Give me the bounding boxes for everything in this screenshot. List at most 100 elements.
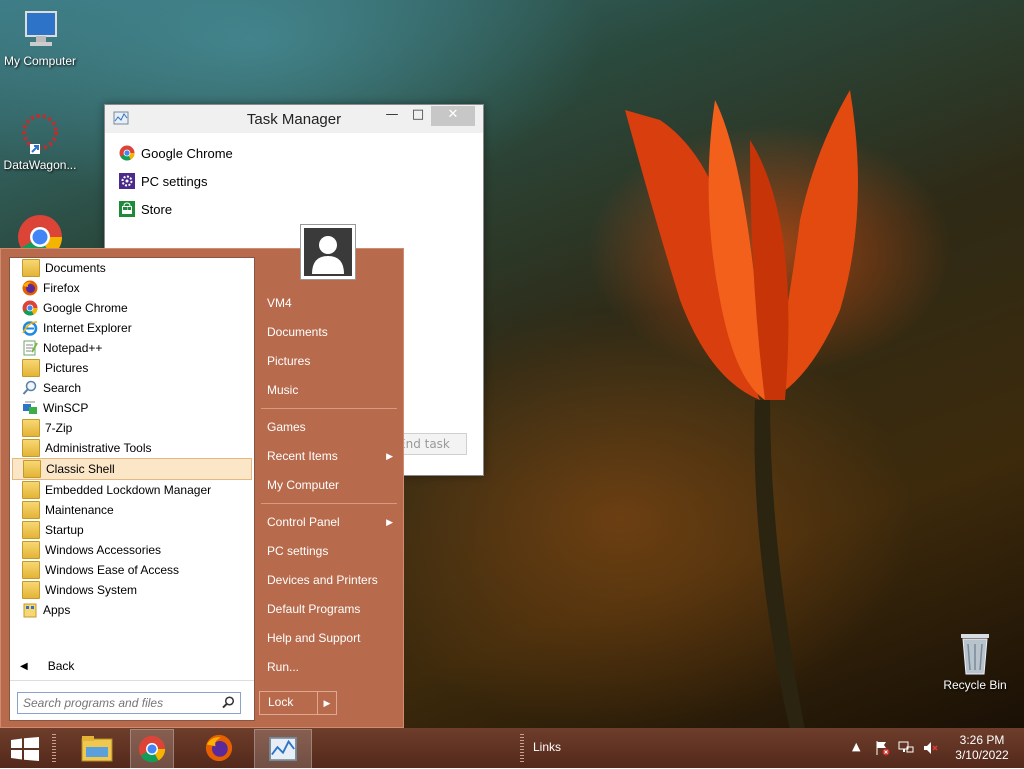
- lock-options-arrow-icon[interactable]: ▶: [317, 692, 336, 714]
- folder-icon: [22, 521, 40, 539]
- lock-button[interactable]: Lock ▶: [259, 691, 337, 715]
- program-label: Apps: [43, 603, 71, 617]
- menu-item-default-programs[interactable]: Default Programs: [259, 595, 399, 624]
- apps-icon: [23, 603, 37, 618]
- program-embedded-lockdown-manager[interactable]: Embedded Lockdown Manager: [12, 480, 252, 500]
- menu-item-my-computer[interactable]: My Computer: [259, 471, 399, 500]
- datawagon-desktop-icon[interactable]: DataWagon...: [0, 112, 80, 172]
- submenu-arrow-icon: ▶: [386, 451, 393, 461]
- program-windows-accessories[interactable]: Windows Accessories: [12, 540, 252, 560]
- program-pictures[interactable]: Pictures: [12, 358, 252, 378]
- menu-item-label: Control Panel: [267, 515, 340, 529]
- recycle-bin-desktop-icon[interactable]: Recycle Bin: [935, 630, 1015, 692]
- winscp-icon: [23, 401, 37, 414]
- program-administrative-tools[interactable]: Administrative Tools: [12, 438, 252, 458]
- folder-icon: [22, 541, 40, 559]
- task-manager-app-list: Google Chrome PC settings Store: [105, 133, 483, 223]
- start-button[interactable]: [0, 728, 50, 768]
- desktop: My Computer DataWagon... Recycle Bin Tas…: [0, 0, 1024, 728]
- menu-item-recent-items[interactable]: Recent Items ▶: [259, 442, 399, 471]
- program-label: 7-Zip: [45, 421, 73, 435]
- minimize-button[interactable]: —: [381, 106, 403, 126]
- taskbar-task-manager[interactable]: [254, 729, 312, 769]
- taskbar-chrome[interactable]: [130, 729, 174, 769]
- end-task-button[interactable]: End task: [393, 433, 467, 455]
- wallpaper-tulip: [625, 90, 858, 728]
- menu-item-pc-settings[interactable]: PC settings: [259, 537, 399, 566]
- menu-item-help-support[interactable]: Help and Support: [259, 624, 399, 653]
- program-windows-system[interactable]: Windows System: [12, 580, 252, 600]
- clock-date: 3/10/2022: [955, 748, 1009, 762]
- folder-icon: [23, 460, 41, 478]
- task-item-pc-settings[interactable]: PC settings: [119, 167, 483, 195]
- program-winscp[interactable]: WinSCP: [12, 398, 252, 418]
- program-label: Windows Ease of Access: [45, 563, 180, 577]
- store-icon: [119, 201, 135, 217]
- taskbar-grip[interactable]: [520, 734, 524, 762]
- program-label: Startup: [45, 523, 84, 537]
- folder-icon: [22, 481, 40, 499]
- program-startup[interactable]: Startup: [12, 520, 252, 540]
- taskbar-file-explorer[interactable]: [76, 729, 118, 767]
- program-notepadpp[interactable]: Notepad++: [12, 338, 252, 358]
- volume-muted-icon[interactable]: [922, 740, 938, 756]
- menu-item-label: Recent Items: [267, 449, 338, 463]
- menu-item-games[interactable]: Games: [259, 413, 399, 442]
- clock[interactable]: 3:26 PM 3/10/2022: [950, 733, 1014, 763]
- program-7zip[interactable]: 7-Zip: [12, 418, 252, 438]
- action-center-flag-icon[interactable]: [874, 740, 890, 756]
- program-label: Classic Shell: [46, 462, 115, 476]
- links-toolbar[interactable]: Links: [533, 740, 561, 754]
- program-firefox[interactable]: Firefox: [12, 278, 252, 298]
- clock-time: 3:26 PM: [959, 733, 1005, 747]
- pictures-icon: [22, 359, 40, 377]
- task-item-label: Store: [141, 201, 173, 217]
- my-computer-desktop-icon[interactable]: My Computer: [0, 10, 80, 68]
- menu-item-vm4[interactable]: VM4: [259, 289, 399, 318]
- program-label: Notepad++: [43, 341, 103, 355]
- menu-item-devices-printers[interactable]: Devices and Printers: [259, 566, 399, 595]
- back-button[interactable]: ◀ Back: [10, 656, 254, 676]
- folder-icon: [22, 439, 40, 457]
- program-label: WinSCP: [43, 401, 89, 415]
- program-internet-explorer[interactable]: Internet Explorer: [12, 318, 252, 338]
- menu-item-control-panel[interactable]: Control Panel ▶: [259, 508, 399, 537]
- taskbar-firefox[interactable]: [198, 729, 240, 767]
- taskbar-grip[interactable]: [52, 734, 56, 762]
- maximize-button[interactable]: □: [407, 106, 429, 126]
- task-manager-titlebar[interactable]: Task Manager — □ ✕: [105, 105, 483, 133]
- pc-settings-icon: [119, 173, 135, 189]
- menu-item-documents[interactable]: Documents: [259, 318, 399, 347]
- program-google-chrome[interactable]: Google Chrome: [12, 298, 252, 318]
- program-maintenance[interactable]: Maintenance: [12, 500, 252, 520]
- back-arrow-icon: ◀: [20, 660, 28, 672]
- menu-item-music[interactable]: Music: [259, 376, 399, 405]
- user-avatar-image: [304, 228, 352, 276]
- task-item-store[interactable]: Store: [119, 195, 483, 223]
- show-hidden-icons-chevron-icon[interactable]: ▲: [852, 740, 860, 753]
- network-icon[interactable]: [898, 740, 914, 756]
- program-documents[interactable]: Documents: [12, 258, 252, 278]
- program-search[interactable]: Search: [12, 378, 252, 398]
- start-menu-right-panel: VM4 Documents Pictures Music Games Recen…: [259, 289, 399, 682]
- search-input[interactable]: [18, 693, 215, 713]
- search-box[interactable]: [17, 692, 241, 714]
- program-windows-ease-of-access[interactable]: Windows Ease of Access: [12, 560, 252, 580]
- menu-item-pictures[interactable]: Pictures: [259, 347, 399, 376]
- lock-label: Lock: [268, 695, 294, 709]
- divider: [10, 680, 254, 681]
- user-silhouette-icon: [312, 236, 344, 274]
- program-label: Embedded Lockdown Manager: [45, 483, 212, 497]
- close-button[interactable]: ✕: [431, 106, 475, 126]
- menu-item-run[interactable]: Run...: [259, 653, 399, 682]
- program-list: Documents Firefox Google Chrome Internet…: [10, 258, 254, 620]
- program-classic-shell[interactable]: Classic Shell: [12, 458, 252, 480]
- back-label: Back: [47, 659, 75, 673]
- search-icon: [222, 696, 235, 709]
- task-item-chrome[interactable]: Google Chrome: [119, 139, 483, 167]
- program-apps[interactable]: Apps: [12, 600, 252, 620]
- program-label: Windows System: [45, 583, 138, 597]
- recycle-bin-icon: [961, 634, 989, 675]
- start-menu: Documents Firefox Google Chrome Internet…: [0, 248, 404, 728]
- user-avatar[interactable]: [300, 224, 356, 280]
